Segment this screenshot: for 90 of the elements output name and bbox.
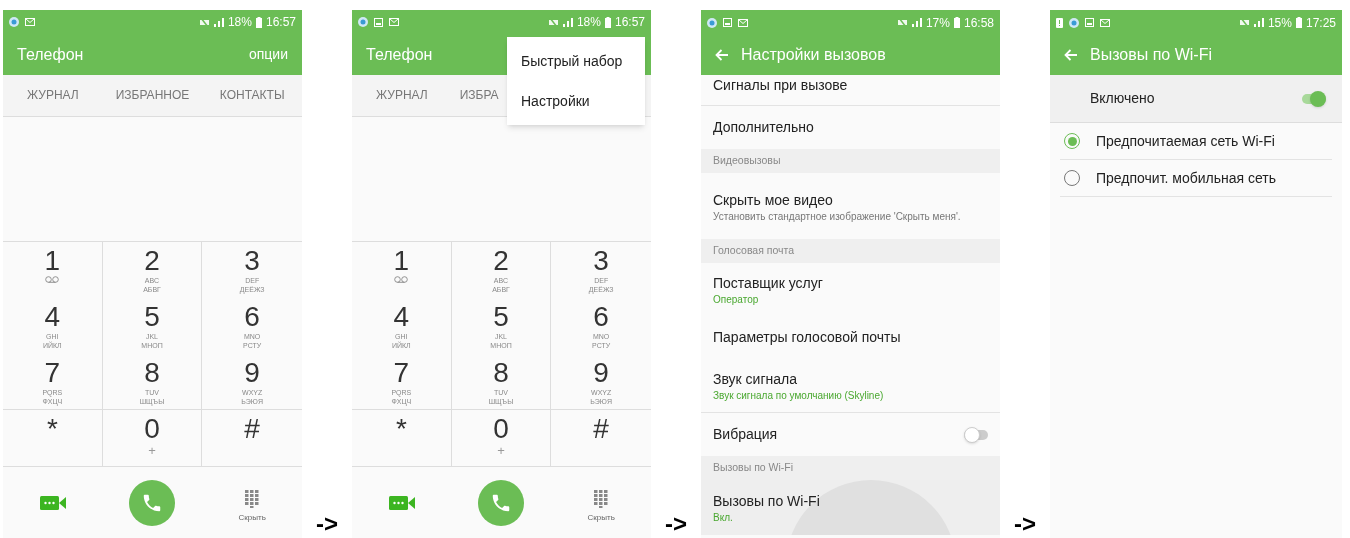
dial-key[interactable]: # bbox=[551, 410, 651, 467]
image-icon bbox=[723, 18, 732, 27]
app-notification-icon bbox=[358, 17, 368, 28]
radio-option[interactable]: Предпочит. мобильная сеть bbox=[1060, 160, 1332, 197]
setting-title: Дополнительно bbox=[713, 118, 815, 137]
signal-icon bbox=[562, 17, 573, 27]
dial-key[interactable]: 1 bbox=[3, 242, 103, 299]
dial-key[interactable]: # bbox=[202, 410, 302, 467]
setting-title: Параметры голосовой почты bbox=[713, 328, 902, 347]
setting-row[interactable]: Дополнительно bbox=[701, 106, 1000, 149]
keypad-icon[interactable] bbox=[245, 489, 260, 508]
video-call-icon[interactable] bbox=[39, 495, 66, 510]
mail-icon bbox=[1100, 18, 1110, 27]
menu-item[interactable]: Настройки bbox=[507, 81, 645, 121]
tab[interactable]: ЖУРНАЛ bbox=[352, 74, 452, 116]
mail-icon bbox=[25, 18, 35, 27]
app-title: Телефон bbox=[366, 44, 433, 65]
section-header: Видеовызовы bbox=[701, 149, 1000, 173]
setting-title: Вибрация bbox=[713, 425, 778, 444]
status-time: 16:57 bbox=[265, 14, 296, 32]
app-title: Вызовы по Wi-Fi bbox=[1090, 45, 1212, 65]
tab[interactable]: КОНТАКТЫ bbox=[202, 74, 302, 116]
setting-row[interactable]: Вызовы по Wi-Fi Вкл. bbox=[701, 480, 1000, 535]
radio-label: Предпочитаемая сеть Wi-Fi bbox=[1096, 131, 1275, 151]
video-call-icon[interactable] bbox=[388, 495, 415, 510]
mute-icon bbox=[1238, 18, 1250, 27]
master-switch-label: Включено bbox=[1090, 89, 1155, 108]
status-time: 16:58 bbox=[963, 14, 994, 32]
toggle-switch[interactable] bbox=[1302, 90, 1326, 107]
app-notification-icon bbox=[1069, 17, 1079, 28]
hide-keypad-label: Скрыть bbox=[587, 511, 615, 524]
battery-icon bbox=[1295, 17, 1302, 28]
setting-title: Вызовы по Wi-Fi bbox=[713, 492, 821, 511]
radio-label: Предпочит. мобильная сеть bbox=[1096, 168, 1277, 188]
app-title: Настройки вызовов bbox=[741, 45, 886, 65]
app-notification-icon bbox=[707, 17, 717, 28]
setting-title: Скрыть мое видео bbox=[713, 190, 834, 210]
setting-row[interactable]: Скрыть мое видео Установить стандартное изображение 'Скрыть меня'. bbox=[701, 173, 1000, 239]
signal-icon bbox=[213, 17, 224, 27]
image-icon bbox=[374, 17, 383, 27]
flow-arrow: -> bbox=[665, 510, 687, 538]
image-icon bbox=[1085, 18, 1094, 27]
alert-icon bbox=[1056, 17, 1063, 28]
battery-percent: 15% bbox=[1267, 14, 1292, 32]
app-notification-icon bbox=[9, 17, 19, 28]
mute-icon bbox=[896, 18, 908, 27]
section-header: Вызовы по Wi-Fi bbox=[701, 456, 1000, 480]
battery-icon bbox=[953, 17, 960, 28]
signal-icon bbox=[1253, 18, 1264, 27]
back-arrow-icon[interactable] bbox=[715, 49, 729, 61]
app-title: Телефон bbox=[17, 44, 84, 65]
battery-percent: 18% bbox=[227, 14, 252, 32]
setting-subtitle: Оператор bbox=[713, 294, 760, 306]
section-header: Голосовая почта bbox=[701, 239, 1000, 263]
battery-percent: 17% bbox=[925, 14, 950, 32]
status-time: 17:25 bbox=[1305, 14, 1336, 32]
signal-icon bbox=[911, 18, 922, 27]
setting-title: Поставщик услуг bbox=[713, 274, 824, 293]
tab[interactable]: ИЗБРАННОЕ bbox=[102, 74, 203, 116]
dial-key[interactable]: * bbox=[352, 410, 452, 467]
tab[interactable]: ЖУРНАЛ bbox=[3, 74, 103, 116]
mute-icon bbox=[547, 17, 559, 27]
flow-arrow: -> bbox=[1014, 510, 1036, 538]
setting-row[interactable]: Параметры голосовой почты bbox=[701, 316, 1000, 359]
dial-key[interactable]: * bbox=[3, 410, 103, 467]
hide-keypad-label: Скрыть bbox=[238, 511, 266, 524]
dial-key[interactable]: 0 + bbox=[102, 410, 203, 467]
mute-icon bbox=[198, 17, 210, 27]
master-switch-row[interactable]: Включено bbox=[1050, 75, 1342, 123]
dial-key[interactable]: 1 bbox=[352, 242, 452, 299]
setting-title[interactable]: Сигналы при вызове bbox=[713, 75, 848, 95]
setting-row[interactable]: Звук сигнала Звук сигнала по умолчанию (Skyline) bbox=[701, 359, 1000, 412]
battery-percent: 18% bbox=[576, 14, 601, 32]
back-arrow-icon[interactable] bbox=[1064, 49, 1078, 61]
setting-subtitle: Вкл. bbox=[713, 512, 734, 524]
mail-icon bbox=[738, 18, 748, 27]
dial-key[interactable]: 0 + bbox=[451, 410, 552, 467]
mail-icon bbox=[389, 18, 399, 27]
menu-item[interactable]: Быстрый набор bbox=[507, 41, 645, 81]
keypad-icon[interactable] bbox=[594, 489, 609, 508]
setting-row[interactable]: Поставщик услуг Оператор bbox=[701, 263, 1000, 316]
battery-icon bbox=[604, 16, 611, 28]
setting-subtitle: Установить стандартное изображение 'Скрыть меня'. bbox=[713, 210, 962, 223]
radio-option[interactable]: Предпочитаемая сеть Wi-Fi bbox=[1060, 123, 1332, 160]
setting-title: Звук сигнала bbox=[713, 370, 798, 389]
setting-subtitle: Звук сигнала по умолчанию (Skyline) bbox=[713, 390, 885, 402]
battery-icon bbox=[255, 16, 262, 28]
toggle-switch[interactable] bbox=[964, 426, 988, 443]
flow-arrow: -> bbox=[316, 510, 338, 538]
status-time: 16:57 bbox=[614, 14, 645, 32]
